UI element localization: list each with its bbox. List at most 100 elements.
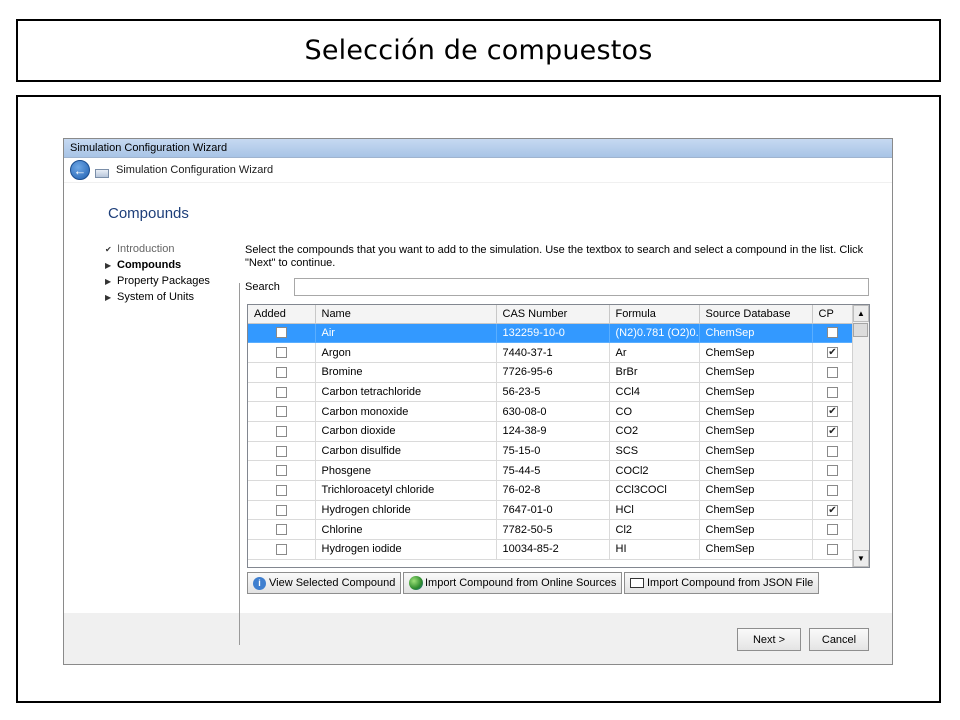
window-titlebar: Simulation Configuration Wizard (64, 139, 892, 158)
cp-cell (812, 382, 854, 403)
cp-checkbox[interactable]: ✔ (827, 406, 838, 418)
table-row[interactable]: Hydrogen iodide 10034-85-2 HI ChemSep (248, 539, 854, 560)
step-property-packages[interactable]: ▶ Property Packages (105, 273, 210, 289)
wizard-window-icon (95, 168, 109, 178)
table-row[interactable]: Air 132259-10-0 (N2)0.781 (O2)0... ChemSep (248, 323, 854, 344)
cas-number: 7440-37-1 (496, 342, 610, 363)
cp-checkbox[interactable] (827, 465, 838, 477)
search-input[interactable] (294, 278, 869, 296)
added-checkbox[interactable] (275, 544, 287, 555)
steps-divider (239, 283, 240, 645)
formula: BrBr (609, 362, 700, 383)
import-online-button[interactable]: Import Compound from Online Sources (403, 572, 623, 594)
col-added-header[interactable]: Added (248, 305, 316, 324)
added-checkbox[interactable] (275, 465, 287, 477)
next-button[interactable]: Next > (737, 628, 801, 651)
back-arrow-icon[interactable]: ← (70, 160, 90, 180)
source-database: ChemSep (699, 362, 813, 383)
cas-number: 7647-01-0 (496, 500, 610, 521)
scroll-down-icon[interactable]: ▼ (853, 550, 869, 567)
cp-checkbox[interactable]: ✔ (827, 504, 838, 516)
col-name-header[interactable]: Name (315, 305, 497, 324)
formula: CO (609, 401, 700, 422)
col-cp-header[interactable]: CP (812, 305, 854, 324)
cp-cell (812, 362, 854, 383)
table-row[interactable]: Carbon monoxide 630-08-0 CO ChemSep ✔ (248, 401, 854, 422)
view-selected-label: View Selected Compound (269, 577, 396, 589)
table-row[interactable]: Argon 7440-37-1 Ar ChemSep ✔ (248, 342, 854, 363)
added-checkbox[interactable] (275, 386, 287, 398)
col-formula-header[interactable]: Formula (609, 305, 700, 324)
added-cell (248, 401, 316, 422)
globe-icon (409, 576, 423, 590)
added-checkbox[interactable] (275, 484, 287, 496)
cp-checkbox[interactable] (827, 386, 838, 398)
page-heading: Compounds (108, 205, 189, 222)
formula: Cl2 (609, 519, 700, 541)
added-checkbox[interactable] (275, 445, 287, 457)
cas-number: 76-02-8 (496, 480, 610, 501)
cp-checkbox[interactable] (827, 327, 838, 339)
added-checkbox[interactable] (275, 425, 287, 437)
step-system-of-units[interactable]: ▶ System of Units (105, 289, 210, 305)
slide-title: Selección de compuestos (304, 35, 653, 66)
table-row[interactable]: Chlorine 7782-50-5 Cl2 ChemSep (248, 519, 854, 541)
cp-checkbox[interactable]: ✔ (827, 347, 838, 359)
import-json-button[interactable]: Import Compound from JSON File (624, 572, 820, 594)
step-compounds[interactable]: ▶ Compounds (105, 257, 210, 273)
added-cell (248, 323, 316, 344)
view-selected-compound-button[interactable]: i View Selected Compound (247, 572, 402, 594)
compound-name: Carbon monoxide (315, 401, 497, 422)
cas-number: 10034-85-2 (496, 539, 610, 560)
cancel-button[interactable]: Cancel (809, 628, 869, 651)
wizard-steps: ✔ Introduction ▶ Compounds ▶ Property Pa… (105, 241, 210, 305)
cas-number: 56-23-5 (496, 382, 610, 403)
caret-right-icon: ▶ (105, 292, 112, 302)
added-checkbox[interactable] (275, 406, 287, 418)
added-checkbox[interactable] (275, 524, 287, 536)
col-source-header[interactable]: Source Database (699, 305, 813, 324)
compound-name: Carbon disulfide (315, 441, 497, 462)
table-row[interactable]: Carbon disulfide 75-15-0 SCS ChemSep (248, 441, 854, 462)
grid-scrollbar[interactable]: ▲ ▼ (852, 305, 869, 567)
added-checkbox[interactable] (275, 366, 287, 378)
cp-checkbox[interactable] (827, 484, 838, 496)
cp-cell: ✔ (812, 342, 854, 363)
table-row[interactable]: Carbon dioxide 124-38-9 CO2 ChemSep ✔ (248, 421, 854, 442)
table-row[interactable]: Carbon tetrachloride 56-23-5 CCl4 ChemSep (248, 382, 854, 403)
scroll-up-icon[interactable]: ▲ (853, 305, 869, 322)
compound-name: Carbon dioxide (315, 421, 497, 442)
step-introduction[interactable]: ✔ Introduction (105, 241, 210, 257)
table-row[interactable]: Bromine 7726-95-6 BrBr ChemSep (248, 362, 854, 383)
source-database: ChemSep (699, 441, 813, 462)
import-online-label: Import Compound from Online Sources (425, 577, 617, 589)
table-row[interactable]: Phosgene 75-44-5 COCl2 ChemSep (248, 460, 854, 481)
info-icon: i (253, 576, 266, 590)
formula: HI (609, 539, 700, 560)
cp-checkbox[interactable] (827, 366, 838, 378)
cp-checkbox[interactable] (827, 524, 838, 536)
added-checkbox[interactable] (275, 504, 287, 516)
formula: (N2)0.781 (O2)0... (609, 323, 700, 344)
added-checkbox[interactable] (275, 327, 287, 339)
source-database: ChemSep (699, 342, 813, 363)
compound-name: Trichloroacetyl chloride (315, 480, 497, 501)
cp-checkbox[interactable] (827, 445, 838, 457)
formula: SCS (609, 441, 700, 462)
added-cell (248, 500, 316, 521)
formula: CO2 (609, 421, 700, 442)
added-cell (248, 441, 316, 462)
added-checkbox[interactable] (275, 347, 287, 359)
added-cell (248, 421, 316, 442)
added-cell (248, 362, 316, 383)
import-json-label: Import Compound from JSON File (647, 577, 814, 589)
table-row[interactable]: Hydrogen chloride 7647-01-0 HCl ChemSep ✔ (248, 500, 854, 521)
cas-number: 75-15-0 (496, 441, 610, 462)
table-row[interactable]: Trichloroacetyl chloride 76-02-8 CCl3COCl C… (248, 480, 854, 501)
cp-checkbox[interactable]: ✔ (827, 425, 838, 437)
cp-checkbox[interactable] (827, 544, 838, 555)
source-database: ChemSep (699, 460, 813, 481)
window-title: Simulation Configuration Wizard (70, 142, 228, 154)
scroll-thumb[interactable] (853, 323, 868, 337)
col-cas-header[interactable]: CAS Number (496, 305, 610, 324)
